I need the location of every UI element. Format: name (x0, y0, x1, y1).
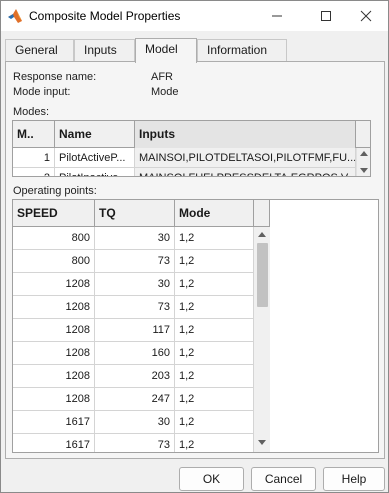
mode-inputs-cell: MAINSOI,FUELPRESSDELTA,EGRPOS,V... (135, 168, 356, 176)
mode-cell: 1,2 (175, 411, 254, 434)
op-col-mode[interactable]: Mode (175, 200, 254, 227)
table-row[interactable]: 1208 247 1,2 (13, 388, 254, 411)
matlab-icon (7, 8, 23, 24)
tab-strip: General Inputs Model Information (5, 38, 385, 63)
mode-number-cell: 1 (13, 148, 55, 168)
table-row[interactable]: 1617 73 1,2 (13, 434, 254, 452)
scroll-down-arrow[interactable] (357, 168, 370, 173)
tq-cell: 73 (95, 434, 175, 452)
table-row[interactable]: 2 PilotInactive... MAINSOI,FUELPRESSDELT… (13, 168, 356, 176)
scroll-down-arrow[interactable] (254, 440, 270, 445)
tab-inputs[interactable]: Inputs (74, 39, 135, 62)
modes-col-number[interactable]: M.. (13, 121, 55, 148)
chevron-down-icon (360, 168, 368, 173)
table-row[interactable]: 1 PilotActiveP... MAINSOI,PILOTDELTASOI,… (13, 148, 356, 168)
chevron-up-icon (258, 232, 266, 237)
tq-cell: 30 (95, 273, 175, 296)
tab-general[interactable]: General (5, 39, 74, 62)
speed-cell: 1208 (13, 388, 95, 411)
response-name-label: Response name: (13, 71, 97, 83)
tq-cell: 203 (95, 365, 175, 388)
speed-cell: 1208 (13, 296, 95, 319)
speed-cell: 1208 (13, 365, 95, 388)
mode-cell: 1,2 (175, 250, 254, 273)
tq-cell: 30 (95, 411, 175, 434)
mode-input-value: Mode (151, 86, 179, 98)
modes-label: Modes: (13, 106, 50, 118)
table-row[interactable]: 1208 160 1,2 (13, 342, 254, 365)
mode-name-cell: PilotActiveP... (55, 148, 135, 168)
window-title: Composite Model Properties (29, 9, 181, 23)
tq-cell: 73 (95, 296, 175, 319)
mode-cell: 1,2 (175, 227, 254, 250)
scroll-up-arrow[interactable] (254, 232, 270, 237)
tq-cell: 117 (95, 319, 175, 342)
tq-cell: 30 (95, 227, 175, 250)
table-row[interactable]: 1208 203 1,2 (13, 365, 254, 388)
table-row[interactable]: 800 30 1,2 (13, 227, 254, 250)
table-row[interactable]: 800 73 1,2 (13, 250, 254, 273)
mode-number-cell: 2 (13, 168, 55, 176)
response-name-value: AFR (151, 71, 173, 83)
help-button[interactable]: Help (323, 467, 385, 491)
cancel-button[interactable]: Cancel (251, 467, 316, 491)
speed-cell: 800 (13, 250, 95, 273)
table-row[interactable]: 1208 117 1,2 (13, 319, 254, 342)
mode-input-label: Mode input: (13, 86, 71, 98)
modes-col-inputs[interactable]: Inputs (135, 121, 356, 148)
modes-table: M.. Name Inputs 1 PilotActiveP... MAINSO… (12, 120, 371, 177)
mode-cell: 1,2 (175, 319, 254, 342)
operating-points-header: SPEED TQ Mode (13, 200, 270, 227)
minimize-button[interactable] (255, 1, 299, 31)
close-icon (360, 10, 372, 22)
table-row[interactable]: 1208 30 1,2 (13, 273, 254, 296)
title-bar: Composite Model Properties (1, 1, 388, 31)
composite-model-properties-dialog: Composite Model Properties General Input… (0, 0, 389, 493)
table-row[interactable]: 1617 30 1,2 (13, 411, 254, 434)
operating-points-scrollbar[interactable] (254, 227, 270, 452)
mode-cell: 1,2 (175, 388, 254, 411)
mode-cell: 1,2 (175, 273, 254, 296)
tq-cell: 73 (95, 250, 175, 273)
mode-inputs-cell: MAINSOI,PILOTDELTASOI,PILOTFMF,FU... (135, 148, 356, 168)
tab-model[interactable]: Model (135, 38, 197, 63)
ok-button[interactable]: OK (179, 467, 244, 491)
modes-table-header: M.. Name Inputs (13, 121, 356, 148)
operating-points-label: Operating points: (13, 185, 97, 197)
mode-cell: 1,2 (175, 434, 254, 452)
table-row[interactable]: 1208 73 1,2 (13, 296, 254, 319)
chevron-up-icon (360, 151, 368, 156)
modes-col-name[interactable]: Name (55, 121, 135, 148)
scrollbar-thumb[interactable] (257, 243, 268, 307)
maximize-button[interactable] (304, 1, 348, 31)
close-button[interactable] (344, 1, 388, 31)
minimize-icon (272, 15, 282, 17)
op-scroll-corner (254, 200, 270, 227)
mode-cell: 1,2 (175, 296, 254, 319)
modes-scrollbar[interactable] (356, 148, 370, 176)
speed-cell: 1617 (13, 411, 95, 434)
op-col-speed[interactable]: SPEED (13, 200, 95, 227)
modes-scroll-corner (356, 121, 370, 148)
tab-information[interactable]: Information (197, 39, 287, 62)
tq-cell: 160 (95, 342, 175, 365)
mode-cell: 1,2 (175, 342, 254, 365)
speed-cell: 1208 (13, 273, 95, 296)
maximize-icon (321, 11, 331, 21)
speed-cell: 800 (13, 227, 95, 250)
chevron-down-icon (258, 440, 266, 445)
op-col-tq[interactable]: TQ (95, 200, 175, 227)
mode-cell: 1,2 (175, 365, 254, 388)
operating-points-table: SPEED TQ Mode 800 30 1,2 800 73 1,2 1208 30 1,2 1… (12, 199, 379, 453)
speed-cell: 1208 (13, 319, 95, 342)
speed-cell: 1208 (13, 342, 95, 365)
speed-cell: 1617 (13, 434, 95, 452)
mode-name-cell: PilotInactive... (55, 168, 135, 176)
tq-cell: 247 (95, 388, 175, 411)
scroll-up-arrow[interactable] (357, 151, 370, 156)
